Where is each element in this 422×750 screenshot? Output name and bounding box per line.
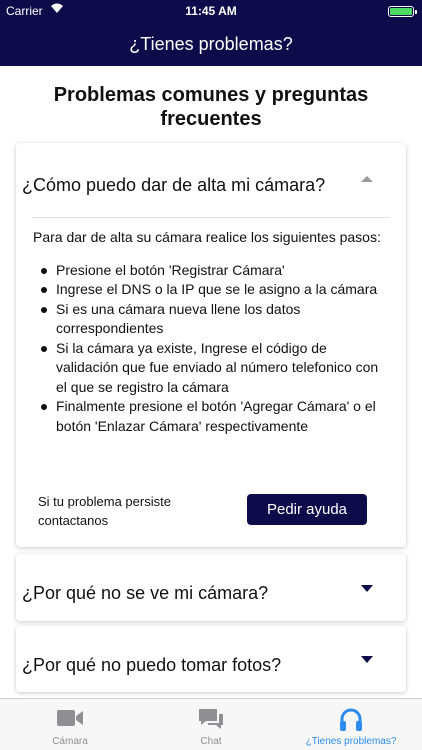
nav-title: ¿Tienes problemas? — [129, 34, 293, 54]
chevron-down-icon[interactable] — [361, 585, 373, 592]
answer-intro: Para dar de alta su cámara realice los s… — [33, 229, 381, 245]
status-time: 11:45 AM — [185, 4, 237, 18]
status-bar: Carrier 11:45 AM — [0, 0, 422, 22]
list-item: Si es una cámara nueva llene los datos c… — [33, 300, 389, 339]
video-camera-icon — [56, 707, 84, 734]
tab-camara[interactable]: Cámara — [0, 699, 140, 750]
faq-item-alta-camara: ¿Cómo puedo dar de alta mi cámara? Para … — [16, 143, 406, 547]
chevron-down-icon[interactable] — [361, 656, 373, 663]
request-help-button[interactable]: Pedir ayuda — [247, 494, 367, 525]
tab-label: ¿Tienes problemas? — [305, 736, 397, 747]
faq-question: ¿Por qué no puedo tomar fotos? — [22, 655, 282, 675]
faq-item-no-se-ve[interactable]: ¿Por qué no se ve mi cámara? — [16, 554, 406, 621]
faq-answer: Para dar de alta su cámara realice los s… — [33, 228, 389, 436]
faq-question: ¿Cómo puedo dar de alta mi cámara? — [22, 175, 326, 195]
faq-item-tomar-fotos[interactable]: ¿Por qué no puedo tomar fotos? — [16, 626, 406, 692]
faq-content[interactable]: Problemas comunes y preguntas frecuentes… — [0, 66, 422, 698]
tab-label: Cámara — [52, 736, 88, 747]
faq-question-header[interactable]: ¿Por qué no puedo tomar fotos? — [16, 626, 406, 693]
list-item: Ingrese el DNS o la IP que se le asigno … — [33, 280, 389, 300]
tab-bar: Cámara Chat ¿Tienes problemas? — [0, 698, 422, 750]
faq-question-header[interactable]: ¿Por qué no se ve mi cámara? — [16, 554, 406, 621]
faq-question-header[interactable]: ¿Cómo puedo dar de alta mi cámara? — [16, 143, 406, 215]
tab-chat[interactable]: Chat — [141, 699, 281, 750]
headphones-icon — [338, 707, 364, 738]
battery-icon — [388, 6, 417, 17]
list-item: Presione el botón 'Registrar Cámara' — [33, 261, 389, 281]
faq-question: ¿Por qué no se ve mi cámara? — [22, 583, 269, 603]
list-item: Si la cámara ya existe, Ingrese el códig… — [33, 339, 389, 398]
list-item: Finalmente presione el botón 'Agregar Cá… — [33, 397, 389, 436]
tab-tienes-problemas[interactable]: ¿Tienes problemas? — [281, 699, 421, 750]
chevron-up-icon[interactable] — [361, 176, 373, 182]
divider — [32, 217, 390, 218]
chat-bubbles-icon — [197, 707, 225, 736]
tab-label: Chat — [200, 736, 222, 747]
steps-list: Presione el botón 'Registrar Cámara' Ing… — [33, 261, 389, 437]
page-title: Problemas comunes y preguntas frecuentes — [53, 84, 369, 130]
help-text: Si tu problema persiste contactanos — [38, 494, 171, 528]
nav-bar: ¿Tienes problemas? — [0, 22, 422, 66]
